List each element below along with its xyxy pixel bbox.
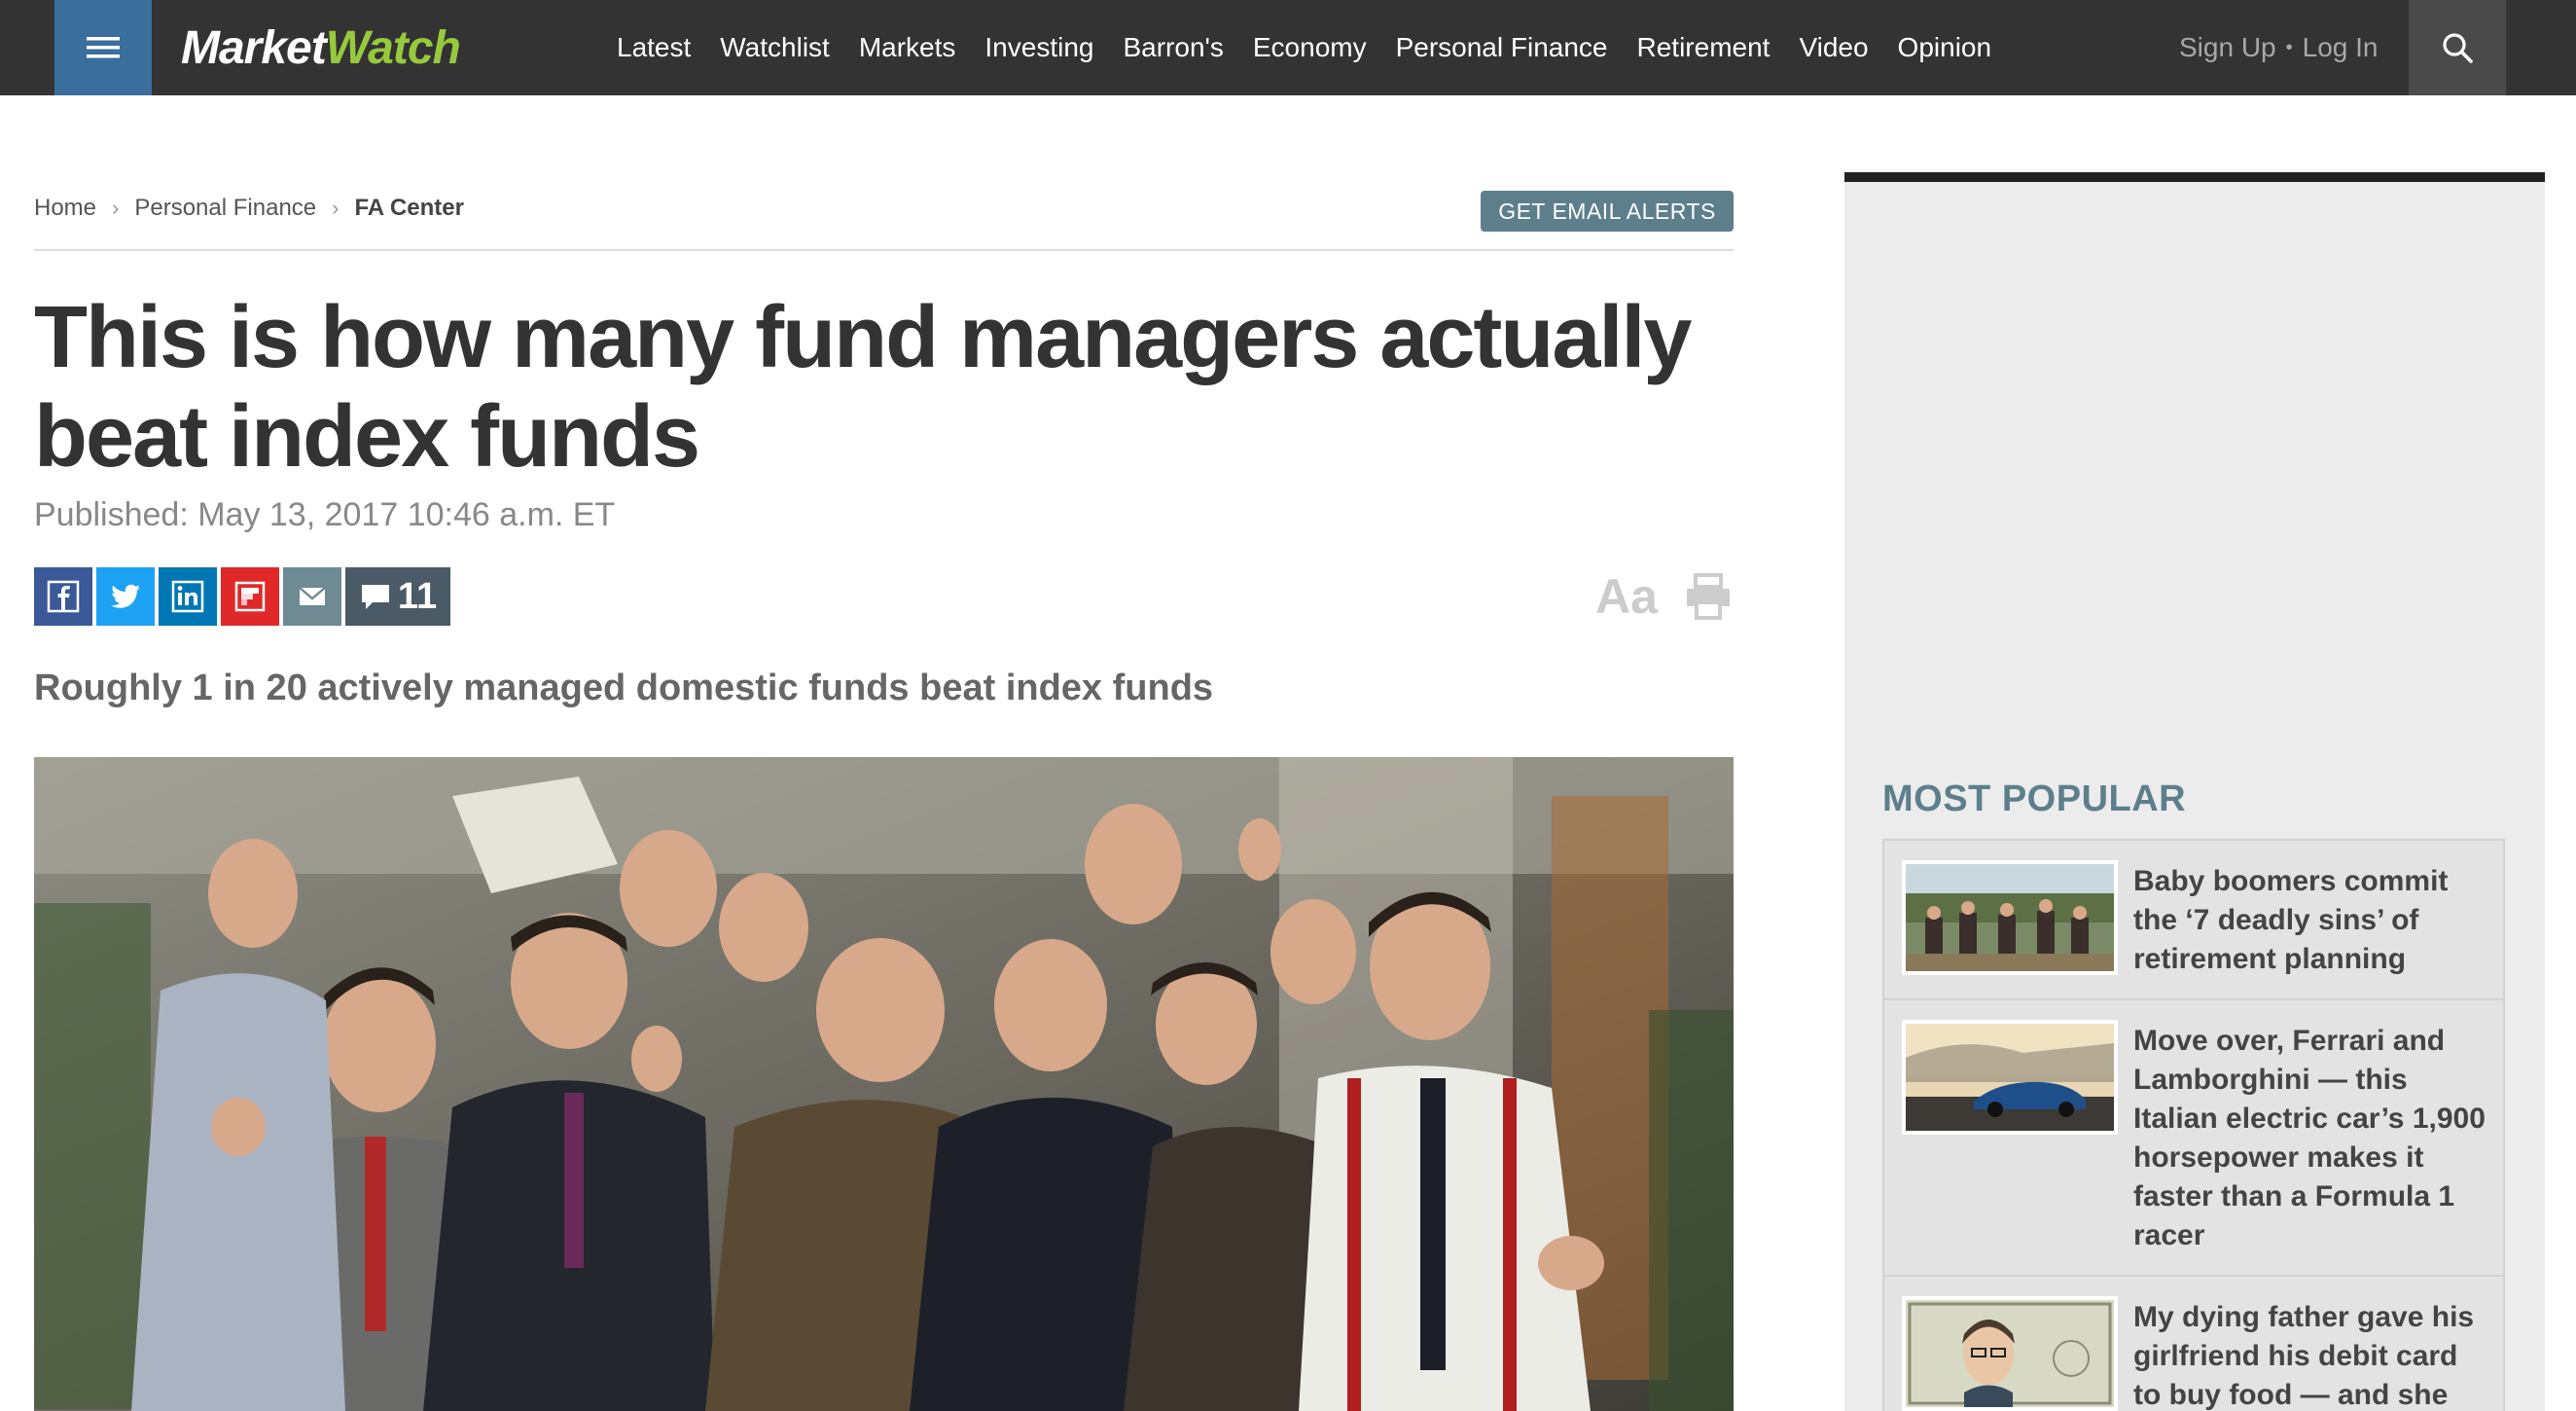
breadcrumb-separator: ›	[332, 196, 340, 220]
share-facebook-button[interactable]	[34, 567, 92, 626]
comments-button[interactable]: 11	[345, 567, 450, 626]
print-icon[interactable]	[1683, 571, 1734, 622]
comment-count: 11	[397, 575, 438, 617]
breadcrumb-fa-center[interactable]: FA Center	[354, 195, 463, 222]
auth-separator: •	[2285, 36, 2293, 58]
search-icon	[2443, 33, 2473, 63]
most-popular-headline: Move over, Ferrari and Lamborghini — thi…	[2133, 1025, 2486, 1251]
nav-item-retirement[interactable]: Retirement	[1637, 32, 1771, 63]
share-linkedin-button[interactable]	[159, 567, 217, 626]
dollar-bill-illustration	[1906, 1300, 2114, 1407]
email-icon	[299, 587, 326, 605]
breadcrumb-separator: ›	[112, 196, 120, 220]
share-bar: 11	[34, 567, 454, 626]
breadcrumb-divider	[34, 249, 1734, 251]
menu-button[interactable]	[54, 0, 152, 95]
most-popular-item[interactable]: Move over, Ferrari and Lamborghini — thi…	[1882, 998, 2505, 1275]
nav-item-economy[interactable]: Economy	[1253, 32, 1367, 63]
facebook-icon	[47, 580, 80, 613]
search-button[interactable]	[2409, 0, 2506, 95]
nav-item-watchlist[interactable]: Watchlist	[720, 32, 830, 63]
hamburger-menu-icon	[87, 37, 120, 58]
logo-watch-text: Watch	[325, 21, 461, 74]
sign-up-link[interactable]: Sign Up	[2179, 32, 2276, 63]
nav-item-video[interactable]: Video	[1799, 32, 1868, 63]
breadcrumb-personal-finance[interactable]: Personal Finance	[134, 195, 316, 222]
most-popular-thumbnail	[1902, 1296, 2118, 1411]
hero-image	[34, 757, 1734, 1411]
nav-item-personal-finance[interactable]: Personal Finance	[1396, 32, 1608, 63]
twitter-icon	[111, 584, 140, 608]
auth-links: Sign Up • Log In	[2179, 0, 2379, 95]
nav-item-investing[interactable]: Investing	[984, 32, 1093, 63]
nav-item-opinion[interactable]: Opinion	[1898, 32, 1992, 63]
main-nav: Latest Watchlist Markets Investing Barro…	[617, 0, 2021, 95]
breadcrumb-home[interactable]: Home	[34, 195, 96, 222]
most-popular-title: MOST POPULAR	[1882, 778, 2187, 819]
most-popular-thumbnail	[1902, 860, 2118, 975]
breadcrumb: Home › Personal Finance › FA Center	[34, 195, 464, 222]
article-headline: This is how many fund managers actually …	[34, 289, 1692, 486]
most-popular-item[interactable]: Baby boomers commit the ‘7 deadly sins’ …	[1882, 839, 2505, 998]
most-popular-item[interactable]: My dying father gave his girlfriend his …	[1882, 1275, 2505, 1411]
most-popular-headline: Baby boomers commit the ‘7 deadly sins’ …	[2133, 865, 2449, 975]
family-outdoor-photo	[1906, 864, 2114, 971]
article-subhead: Roughly 1 in 20 actively managed domesti…	[34, 668, 1214, 708]
published-timestamp: Published: May 13, 2017 10:46 a.m. ET	[34, 496, 616, 533]
marketwatch-logo[interactable]: Market Watch	[181, 18, 461, 78]
most-popular-headline: My dying father gave his girlfriend his …	[2133, 1301, 2475, 1411]
article-tools: Aa	[1595, 564, 1734, 629]
font-size-button[interactable]: Aa	[1595, 568, 1658, 625]
electric-car-photo	[1906, 1024, 2114, 1131]
cheering-traders-photo	[34, 757, 1734, 1411]
top-navigation-bar: Market Watch Latest Watchlist Markets Inv…	[0, 0, 2576, 95]
comment-icon	[361, 585, 389, 609]
ad-top-rule	[1844, 172, 2545, 182]
most-popular-thumbnail	[1902, 1020, 2118, 1135]
linkedin-icon	[171, 580, 204, 613]
most-popular-list: Baby boomers commit the ‘7 deadly sins’ …	[1882, 839, 2505, 1411]
share-email-button[interactable]	[283, 567, 341, 626]
flipboard-icon	[234, 581, 266, 612]
nav-item-barrons[interactable]: Barron's	[1123, 32, 1223, 63]
share-flipboard-button[interactable]	[221, 567, 279, 626]
get-email-alerts-button[interactable]: GET EMAIL ALERTS	[1481, 191, 1734, 232]
nav-item-markets[interactable]: Markets	[859, 32, 956, 63]
log-in-link[interactable]: Log In	[2303, 32, 2379, 63]
logo-market-text: Market	[181, 21, 327, 74]
share-twitter-button[interactable]	[96, 567, 155, 626]
nav-item-latest[interactable]: Latest	[617, 32, 691, 63]
